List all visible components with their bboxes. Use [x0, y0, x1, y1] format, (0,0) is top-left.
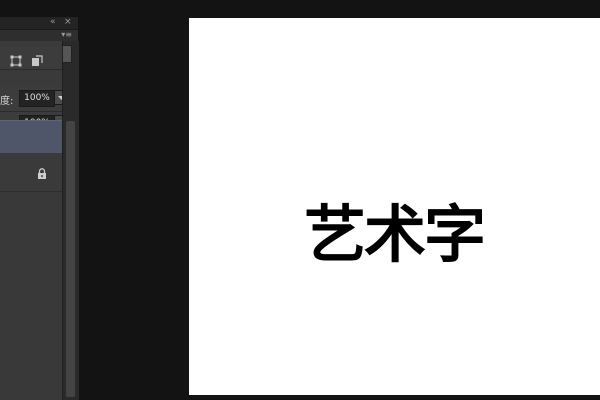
layer-item-selected[interactable]: [0, 120, 62, 154]
layers-panel: « × ▾≡ 度: 100% 充: 100%: [0, 17, 79, 400]
layer-item-background[interactable]: [0, 153, 62, 192]
panel-menu-icon[interactable]: ▾≡: [61, 30, 72, 39]
opacity-row: 度: 100%: [0, 87, 68, 112]
layer-tools-row: [0, 47, 62, 70]
panel-titlebar: « ×: [0, 17, 78, 30]
smart-object-icon[interactable]: [31, 52, 43, 66]
panel-resize-handle[interactable]: [62, 45, 72, 63]
collapse-panel-button[interactable]: «: [50, 15, 56, 29]
panel-scrollbar[interactable]: [62, 41, 79, 400]
layers-list-empty-area: [0, 192, 62, 400]
opacity-label: 度:: [0, 96, 14, 107]
canvas-art-text[interactable]: 艺术字: [304, 204, 574, 266]
close-panel-button[interactable]: ×: [64, 15, 72, 29]
document-canvas[interactable]: 艺术字: [189, 18, 600, 395]
panel-scrollbar-thumb[interactable]: [66, 121, 75, 397]
lock-icon: [37, 164, 47, 183]
opacity-input[interactable]: 100%: [19, 90, 55, 107]
transform-icon[interactable]: [10, 52, 22, 67]
